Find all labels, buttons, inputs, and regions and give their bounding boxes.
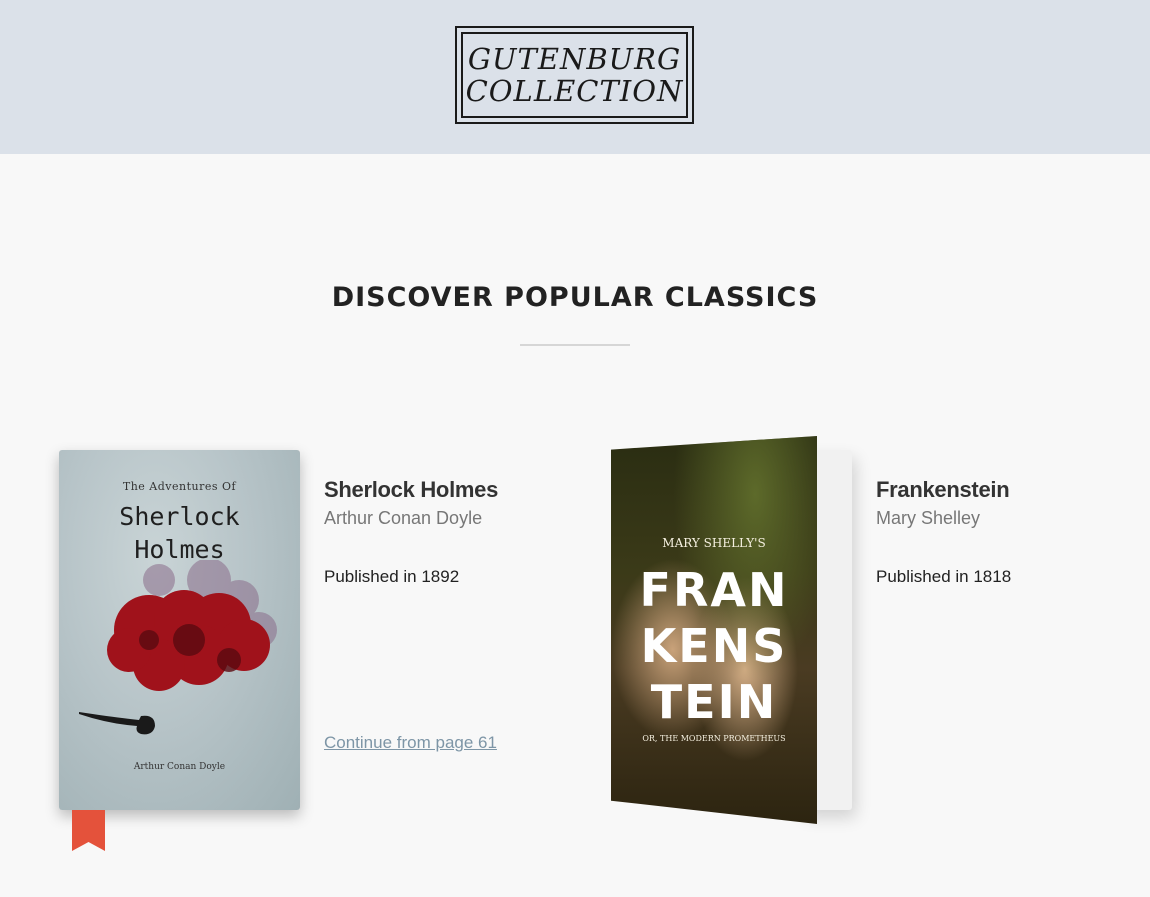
cover-author: Arthur Conan Doyle [133,762,226,772]
cover-title-line-1: FRAN [639,563,789,617]
cover-title: Sherlock Holmes [59,500,300,566]
logo-frame: GUTENBURG COLLECTION [461,32,688,118]
cover-title-line-2: KENS [640,619,788,673]
continue-reading-link[interactable]: Continue from page 61 [324,733,497,753]
pipe-illustration [79,712,155,735]
cover-title-line-3: TEIN [650,675,778,729]
smoke-illustration [107,560,277,691]
title-divider [520,344,630,346]
site-header: GUTENBURG COLLECTION [0,0,1150,154]
cover-footer: OR, THE MODERN PROMETHEUS [642,734,786,743]
book-title-frankenstein[interactable]: Frankenstein [876,477,1010,503]
cover-subtitle: MARY SHELLY'S [662,536,766,550]
logo-line-1: GUTENBURG [467,42,682,76]
book-cover-sherlock-holmes[interactable]: The Adventures Of Sherlock Holmes Arthur… [59,450,300,810]
book-cover-frankenstein[interactable]: MARY SHELLY'S FRAN KENS TEIN OR, THE MOD… [611,436,817,824]
cover-title: FRAN KENS TEIN [611,562,817,730]
cover-top-text: The Adventures Of [122,480,237,493]
book-published-frankenstein: Published in 1818 [876,567,1012,586]
book-author-sherlock-holmes: Arthur Conan Doyle [324,508,483,528]
cover-title-line-1: Sherlock [119,502,240,531]
book-title-sherlock-holmes[interactable]: Sherlock Holmes [324,477,498,503]
book-author-frankenstein: Mary Shelley [876,508,981,528]
section-title: DISCOVER POPULAR CLASSICS [331,282,819,313]
logo-line-2: COLLECTION [465,74,684,108]
bookmark-ribbon-icon [72,810,105,851]
site-logo[interactable]: GUTENBURG COLLECTION [455,26,694,124]
book-published-sherlock-holmes: Published in 1892 [324,567,460,586]
